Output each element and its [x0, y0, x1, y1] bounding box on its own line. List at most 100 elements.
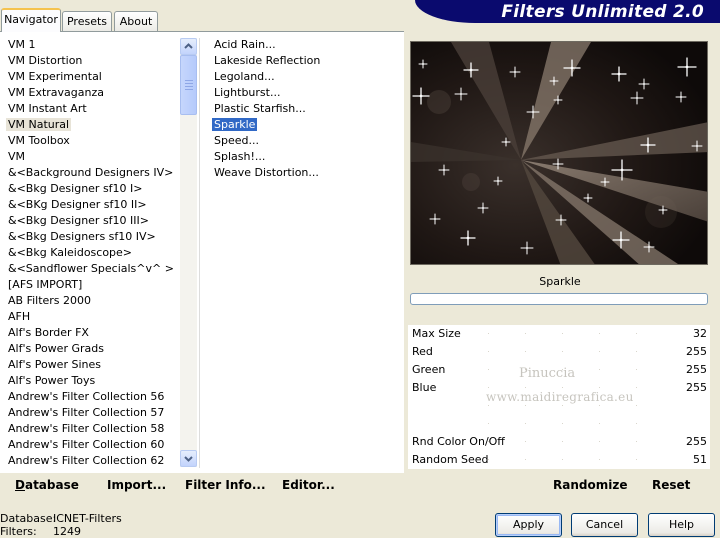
category-label: Alf's Power Grads — [8, 342, 104, 355]
randomize-button[interactable]: Randomize — [553, 477, 627, 493]
category-label: Alf's Border FX — [8, 326, 89, 339]
category-item[interactable]: Andrew's Filter Collection 62 — [5, 453, 180, 469]
param-row[interactable]: Red 255 — [408, 343, 710, 361]
category-label: Andrew's Filter Collection 60 — [8, 438, 165, 451]
category-item[interactable]: AB Filters 2000 — [5, 293, 180, 309]
category-item[interactable]: VM Experimental — [5, 69, 180, 85]
scroll-up-button[interactable] — [180, 38, 197, 55]
filter-item[interactable]: Acid Rain... — [211, 37, 401, 53]
preview-image — [410, 41, 708, 265]
category-item[interactable]: VM Extravaganza — [5, 85, 180, 101]
import-button[interactable]: Import... — [107, 477, 166, 493]
category-item[interactable]: VM — [5, 149, 180, 165]
category-label: &<Background Designers IV> — [8, 166, 174, 179]
category-item[interactable]: VM Natural — [5, 117, 180, 133]
category-item[interactable]: [AFS IMPORT] — [5, 277, 180, 293]
category-label: VM Toolbox — [8, 134, 70, 147]
filter-item[interactable]: Weave Distortion... — [211, 165, 401, 181]
param-label: Random Seed — [412, 453, 489, 466]
param-row[interactable]: Rnd Color On/Off 255 — [408, 433, 710, 451]
category-item[interactable]: Alf's Power Toys — [5, 373, 180, 389]
filter-list[interactable]: Acid Rain... Lakeside Reflection Legoland.… — [211, 37, 401, 181]
category-item[interactable]: VM 1 — [5, 37, 180, 53]
param-label: Green — [412, 363, 446, 376]
list-divider — [199, 38, 200, 468]
param-row[interactable]: Max Size 32 — [408, 325, 710, 343]
category-item[interactable]: &<Bkg Designers sf10 IV> — [5, 229, 180, 245]
param-slider-ticks — [488, 423, 660, 424]
tab-presets[interactable]: Presets — [62, 11, 112, 31]
import-label: Import... — [107, 478, 167, 492]
filter-label: Lightburst... — [214, 86, 281, 99]
scroll-thumb[interactable] — [180, 55, 197, 115]
apply-button[interactable]: Apply — [495, 513, 562, 537]
filter-item[interactable]: Splash!... — [211, 149, 401, 165]
scroll-down-button[interactable] — [180, 450, 197, 467]
filter-item[interactable]: Legoland... — [211, 69, 401, 85]
filter-item[interactable]: Speed... — [211, 133, 401, 149]
category-label: &<Bkg Kaleidoscope> — [8, 246, 133, 259]
param-slider-ticks — [488, 441, 660, 442]
filters-count: 1249 — [53, 525, 81, 538]
category-label: VM — [8, 150, 26, 163]
category-item[interactable]: Alf's Power Grads — [5, 341, 180, 357]
filters-key: Filters: — [0, 525, 37, 538]
filter-label: Weave Distortion... — [214, 166, 319, 179]
filter-info-button[interactable]: Filter Info... — [185, 477, 266, 493]
category-list[interactable]: VM 1 VM Distortion VM Experimental VM Extra… — [5, 37, 180, 469]
filter-label: Sparkle — [212, 118, 258, 131]
chevron-up-icon — [184, 43, 193, 49]
param-value: 255 — [686, 345, 707, 358]
category-item[interactable]: Andrew's Filter Collection 58 — [5, 421, 180, 437]
param-slider-ticks — [488, 333, 660, 334]
category-item[interactable]: AFH — [5, 309, 180, 325]
category-label: &<Bkg Designers sf10 IV> — [8, 230, 156, 243]
param-value: 255 — [686, 381, 707, 394]
category-item[interactable]: VM Distortion — [5, 53, 180, 69]
category-item[interactable]: &<Background Designers IV> — [5, 165, 180, 181]
category-label: VM 1 — [8, 38, 36, 51]
filter-label: Splash!... — [214, 150, 266, 163]
database-status: Database:ICNET-Filters — [0, 512, 122, 525]
category-scrollbar[interactable] — [180, 38, 197, 467]
category-item[interactable]: VM Toolbox — [5, 133, 180, 149]
filter-item[interactable]: Plastic Starfish... — [211, 101, 401, 117]
database-value: ICNET-Filters — [53, 512, 122, 525]
tab-navigator[interactable]: Navigator — [1, 8, 61, 32]
filter-item[interactable]: Sparkle — [211, 117, 401, 133]
reset-button[interactable]: Reset — [652, 477, 690, 493]
category-item[interactable]: Andrew's Filter Collection 57 — [5, 405, 180, 421]
category-item[interactable]: VM Instant Art — [5, 101, 180, 117]
filter-info-label: Filter Info... — [185, 478, 266, 492]
category-item[interactable]: &<Sandflower Specials^v^ > — [5, 261, 180, 277]
editor-button[interactable]: Editor... — [282, 477, 335, 493]
param-value: 255 — [686, 363, 707, 376]
filter-item[interactable]: Lakeside Reflection — [211, 53, 401, 69]
param-row[interactable]: Random Seed 51 — [408, 451, 710, 469]
category-label: &<BKg Designer sf10 II> — [8, 198, 147, 211]
category-label: VM Experimental — [8, 70, 102, 83]
param-value: 32 — [693, 327, 707, 340]
database-button[interactable]: Database — [15, 477, 79, 493]
filter-item[interactable]: Lightburst... — [211, 85, 401, 101]
tab-about[interactable]: About — [114, 11, 158, 31]
cancel-button[interactable]: Cancel — [571, 513, 638, 537]
category-item[interactable]: &<BKg Designer sf10 II> — [5, 197, 180, 213]
param-row[interactable] — [408, 415, 710, 433]
category-item[interactable]: &<Bkg Designer sf10 III> — [5, 213, 180, 229]
category-item[interactable]: Andrew's Filter Collection 60 — [5, 437, 180, 453]
category-item[interactable]: &<Bkg Kaleidoscope> — [5, 245, 180, 261]
category-label: VM Instant Art — [8, 102, 87, 115]
category-item[interactable]: &<Bkg Designer sf10 I> — [5, 181, 180, 197]
category-label: VM Natural — [6, 118, 72, 131]
filter-label: Legoland... — [214, 70, 275, 83]
category-item[interactable]: Alf's Power Sines — [5, 357, 180, 373]
help-button[interactable]: Help — [648, 513, 715, 537]
param-slider-ticks — [488, 405, 660, 406]
filter-label: Lakeside Reflection — [214, 54, 321, 67]
category-item[interactable]: Alf's Border FX — [5, 325, 180, 341]
category-label: Andrew's Filter Collection 56 — [8, 390, 165, 403]
chevron-down-icon — [184, 456, 193, 462]
title-banner: Filters Unlimited 2.0 — [415, 0, 720, 23]
category-item[interactable]: Andrew's Filter Collection 56 — [5, 389, 180, 405]
